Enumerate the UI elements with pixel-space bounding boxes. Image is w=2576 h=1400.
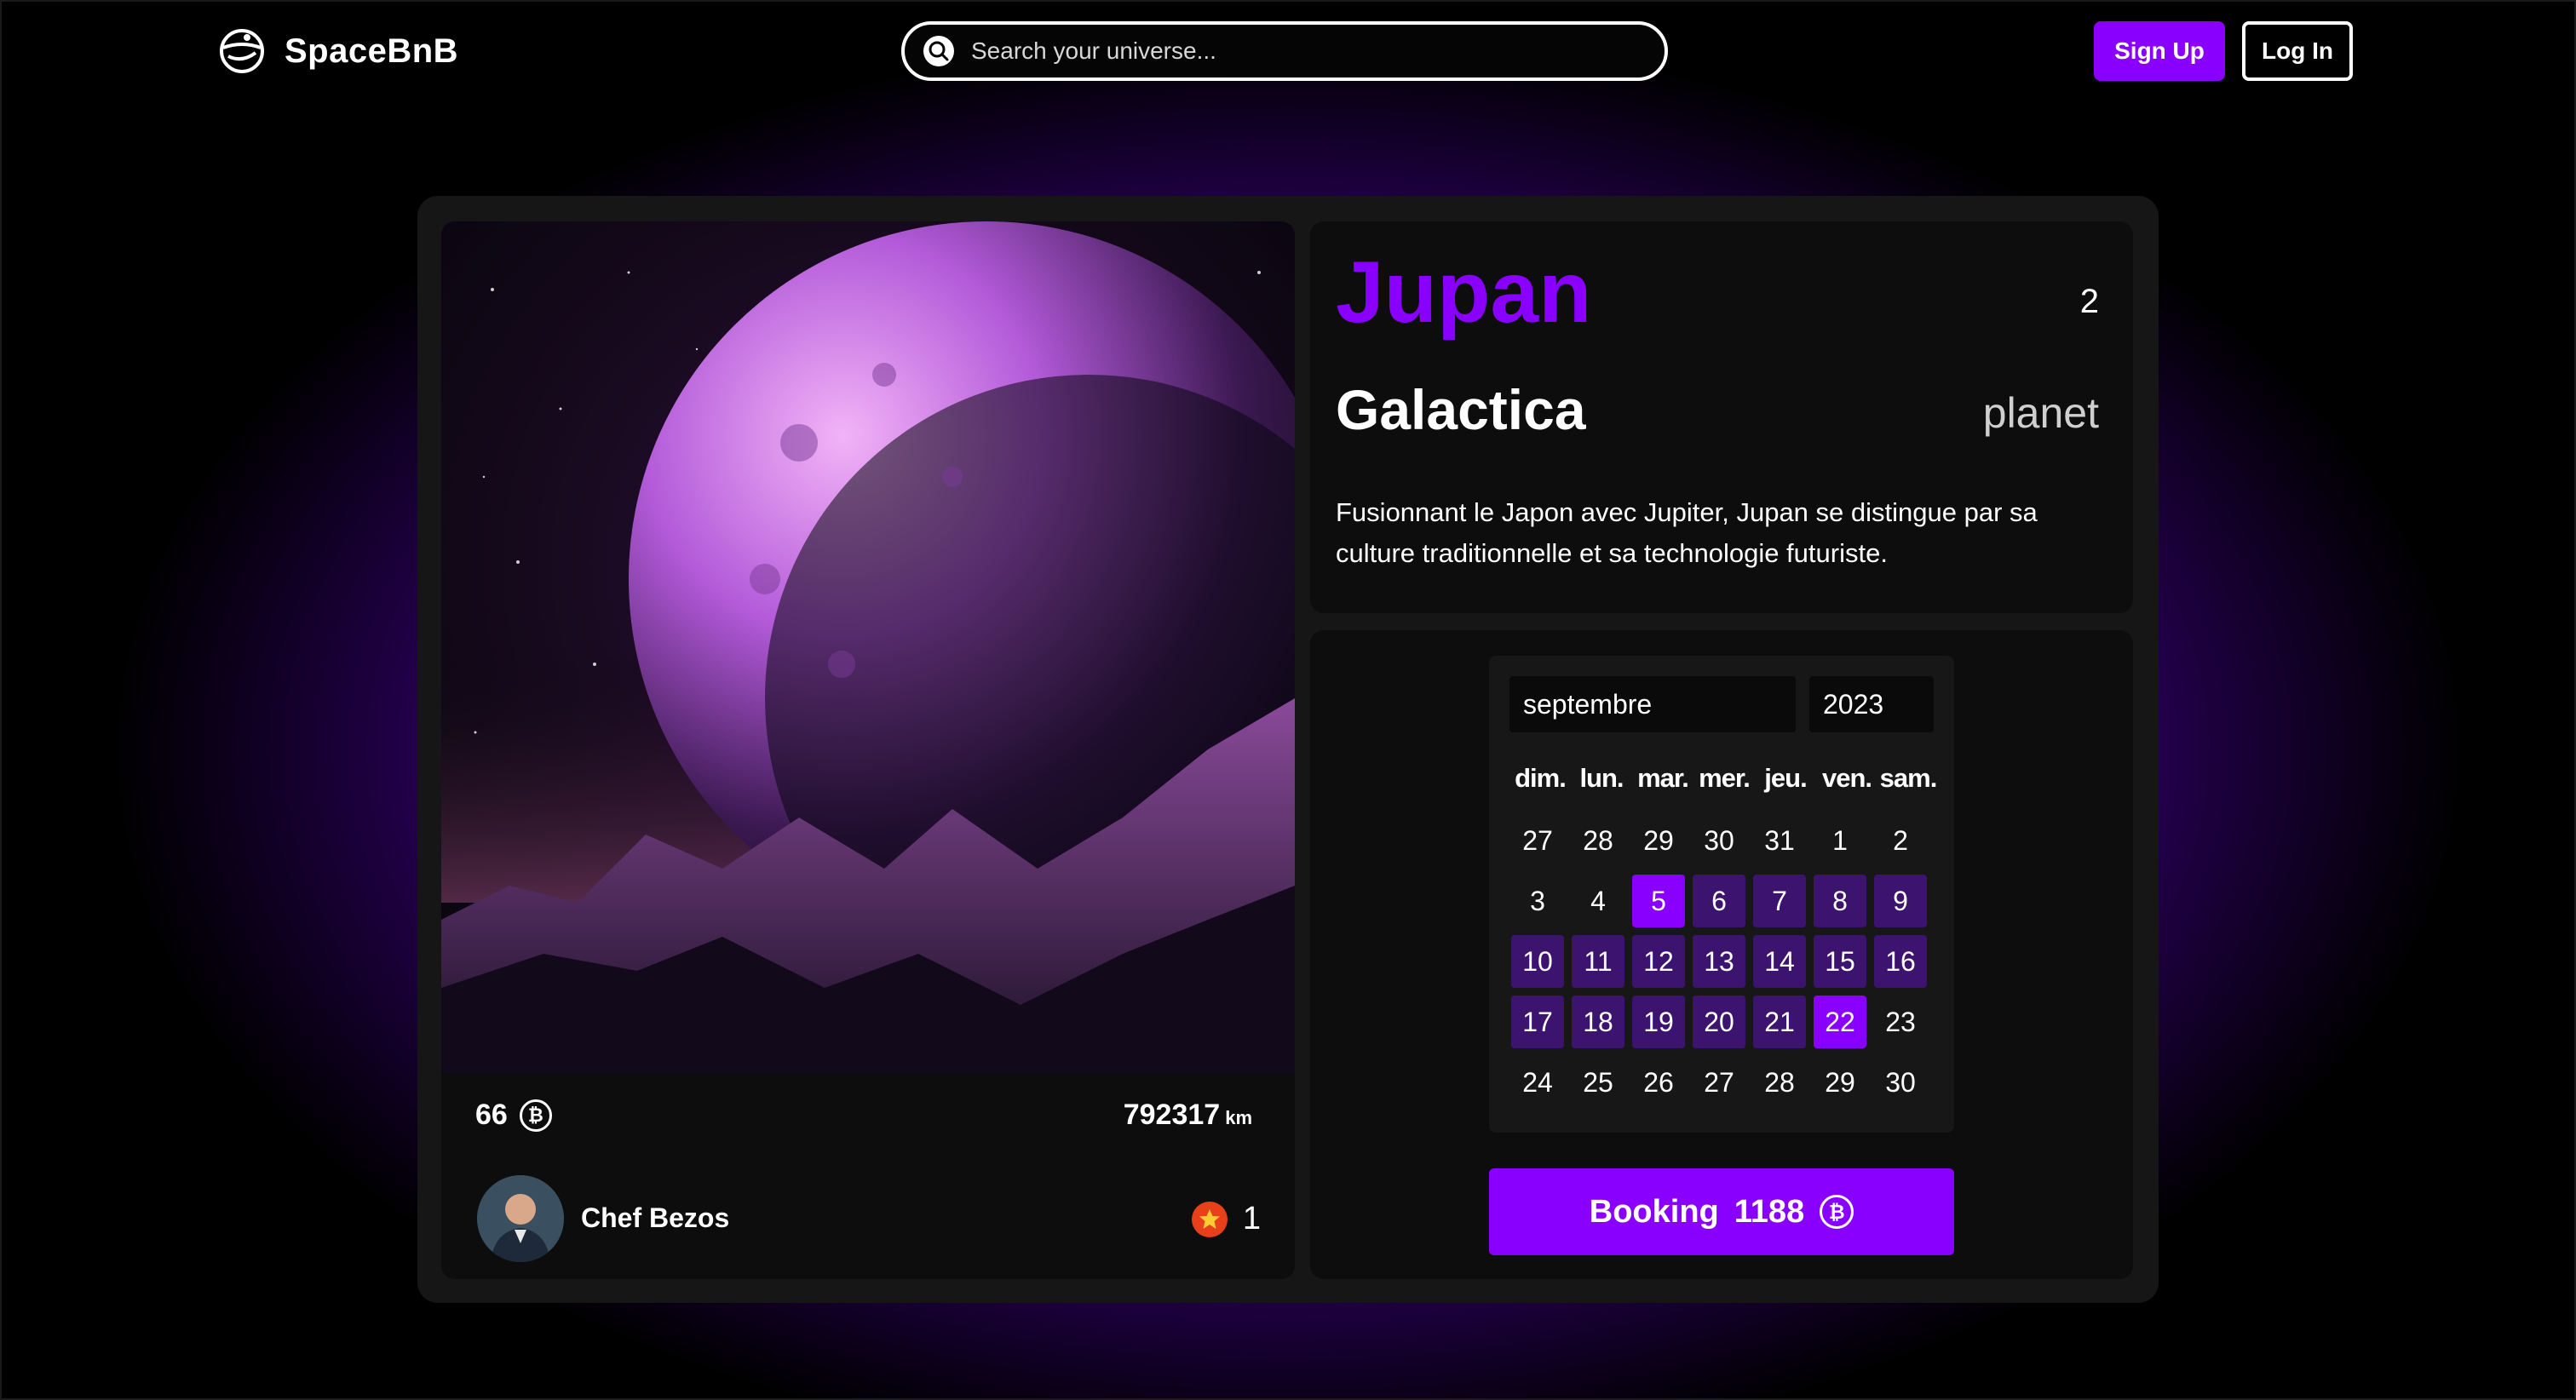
calendar-grid: 27 28 29 30 31 1 2 3 4 5 6 7 8 9 10 11 12 13 14 15 16 17 18 19 2… bbox=[1511, 814, 1937, 1116]
calendar-day[interactable]: 16 bbox=[1874, 935, 1927, 988]
calendar-day[interactable]: 29 bbox=[1814, 1056, 1866, 1109]
listing-media-panel: 66 ₿ 792317 km Chef Bezos 1 bbox=[441, 221, 1295, 1279]
calendar-day[interactable]: 15 bbox=[1814, 935, 1866, 988]
calendar-day[interactable]: 9 bbox=[1874, 875, 1927, 927]
calendar-day[interactable]: 13 bbox=[1693, 935, 1745, 988]
galaxy-name: Galactica bbox=[1336, 378, 1586, 441]
month-select[interactable]: septembre bbox=[1509, 676, 1796, 732]
calendar-week: 27 28 29 30 31 1 2 bbox=[1511, 814, 1937, 875]
weekday-label: mar. bbox=[1637, 763, 1689, 793]
calendar-week: 10 11 12 13 14 15 16 bbox=[1511, 935, 1937, 995]
calendar-day[interactable]: 28 bbox=[1572, 814, 1624, 867]
booking-total: 1188 bbox=[1734, 1193, 1805, 1230]
year-select[interactable]: 2023 bbox=[1809, 676, 1934, 732]
calendar-day[interactable]: 3 bbox=[1511, 875, 1564, 927]
planet-count: 2 bbox=[2079, 283, 2099, 320]
price-value: 66 bbox=[475, 1099, 508, 1131]
calendar-week: 3456789 bbox=[1511, 875, 1937, 935]
calendar-day[interactable]: 7 bbox=[1753, 875, 1806, 927]
rating-value: 1 bbox=[1242, 1201, 1261, 1236]
weekday-label: dim. bbox=[1515, 763, 1567, 793]
listing-card: 66 ₿ 792317 km Chef Bezos 1 Jupan 2 Gala… bbox=[417, 196, 2159, 1303]
calendar-day[interactable]: 21 bbox=[1753, 995, 1806, 1048]
calendar-day[interactable]: 19 bbox=[1632, 995, 1685, 1048]
bitcoin-icon: ₿ bbox=[519, 1099, 552, 1132]
booking-label: Booking bbox=[1589, 1193, 1719, 1230]
calendar-day[interactable]: 18 bbox=[1572, 995, 1624, 1048]
brand-name: SpaceBnB bbox=[285, 32, 459, 70]
distance: 792317 km bbox=[1124, 1099, 1252, 1132]
owner-avatar[interactable] bbox=[477, 1175, 564, 1262]
weekday-header: dim. lun. mar. mer. jeu. ven. sam. bbox=[1509, 763, 1939, 794]
weekday-label: sam. bbox=[1879, 763, 1938, 793]
calendar-day[interactable]: 23 bbox=[1874, 995, 1927, 1048]
calendar-day[interactable]: 22 bbox=[1814, 995, 1866, 1048]
celestial-type: planet bbox=[1982, 389, 2099, 437]
calendar-day[interactable]: 4 bbox=[1572, 875, 1624, 927]
star-icon bbox=[1191, 1201, 1228, 1237]
calendar-day[interactable]: 17 bbox=[1511, 995, 1564, 1048]
weekday-label: lun. bbox=[1579, 763, 1624, 793]
calendar-day[interactable]: 26 bbox=[1632, 1056, 1685, 1109]
calendar-week: 17 18 19 20 21 22 23 bbox=[1511, 995, 1937, 1056]
top-navbar: SpaceBnB Sign Up Log In bbox=[0, 0, 2576, 102]
owner-rating: 1 bbox=[1191, 1201, 1261, 1237]
sign-up-button[interactable]: Sign Up bbox=[2094, 21, 2225, 81]
calendar-day[interactable]: 20 bbox=[1693, 995, 1745, 1048]
distance-unit: km bbox=[1225, 1107, 1252, 1128]
listing-info-panel: Jupan 2 Galactica planet Fusionnant le J… bbox=[1310, 221, 2133, 613]
calendar-day[interactable]: 2 bbox=[1874, 814, 1927, 867]
owner-row: Chef Bezos 1 bbox=[441, 1175, 1295, 1269]
booking-button[interactable]: Booking 1188 ₿ bbox=[1489, 1168, 1954, 1255]
calendar-day[interactable]: 29 bbox=[1632, 814, 1685, 867]
weekday-label: jeu. bbox=[1764, 763, 1807, 793]
bitcoin-icon: ₿ bbox=[1820, 1195, 1854, 1229]
calendar-day[interactable]: 31 bbox=[1753, 814, 1806, 867]
search-icon bbox=[923, 36, 954, 66]
search-bar[interactable] bbox=[901, 21, 1668, 81]
distance-value: 792317 bbox=[1123, 1099, 1221, 1131]
calendar-day[interactable]: 27 bbox=[1511, 814, 1564, 867]
calendar-day[interactable]: 28 bbox=[1753, 1056, 1806, 1109]
date-picker: septembre 2023 dim. lun. mar. mer. jeu. … bbox=[1489, 656, 1954, 1133]
planet-image bbox=[441, 221, 1295, 1073]
search-input[interactable] bbox=[971, 37, 1636, 65]
price-per-night: 66 ₿ bbox=[475, 1099, 552, 1132]
calendar-week: 24 25 26 27 28 29 30 bbox=[1511, 1056, 1937, 1116]
log-in-button[interactable]: Log In bbox=[2242, 21, 2353, 81]
calendar-day[interactable]: 5 bbox=[1632, 875, 1685, 927]
calendar-day[interactable]: 10 bbox=[1511, 935, 1564, 988]
owner-name[interactable]: Chef Bezos bbox=[581, 1202, 729, 1234]
calendar-day[interactable]: 1 bbox=[1814, 814, 1866, 867]
calendar-day[interactable]: 24 bbox=[1511, 1056, 1564, 1109]
planet-name: Jupan bbox=[1336, 244, 1592, 341]
calendar-day[interactable]: 12 bbox=[1632, 935, 1685, 988]
calendar-day[interactable]: 27 bbox=[1693, 1056, 1745, 1109]
calendar-day[interactable]: 30 bbox=[1874, 1056, 1927, 1109]
spaceship-logo-icon bbox=[220, 29, 264, 73]
price-distance-row: 66 ₿ 792317 km bbox=[441, 1073, 1295, 1158]
weekday-label: mer. bbox=[1699, 763, 1751, 793]
calendar-day[interactable]: 25 bbox=[1572, 1056, 1624, 1109]
calendar-day[interactable]: 8 bbox=[1814, 875, 1866, 927]
calendar-day[interactable]: 14 bbox=[1753, 935, 1806, 988]
calendar-day[interactable]: 11 bbox=[1572, 935, 1624, 988]
planet-description: Fusionnant le Japon avec Jupiter, Jupan … bbox=[1336, 497, 2038, 569]
calendar-day[interactable]: 30 bbox=[1693, 814, 1745, 867]
brand-logo[interactable]: SpaceBnB bbox=[216, 26, 458, 77]
booking-panel: septembre 2023 dim. lun. mar. mer. jeu. … bbox=[1310, 630, 2133, 1279]
weekday-label: ven. bbox=[1821, 763, 1872, 793]
calendar-day[interactable]: 6 bbox=[1693, 875, 1745, 927]
